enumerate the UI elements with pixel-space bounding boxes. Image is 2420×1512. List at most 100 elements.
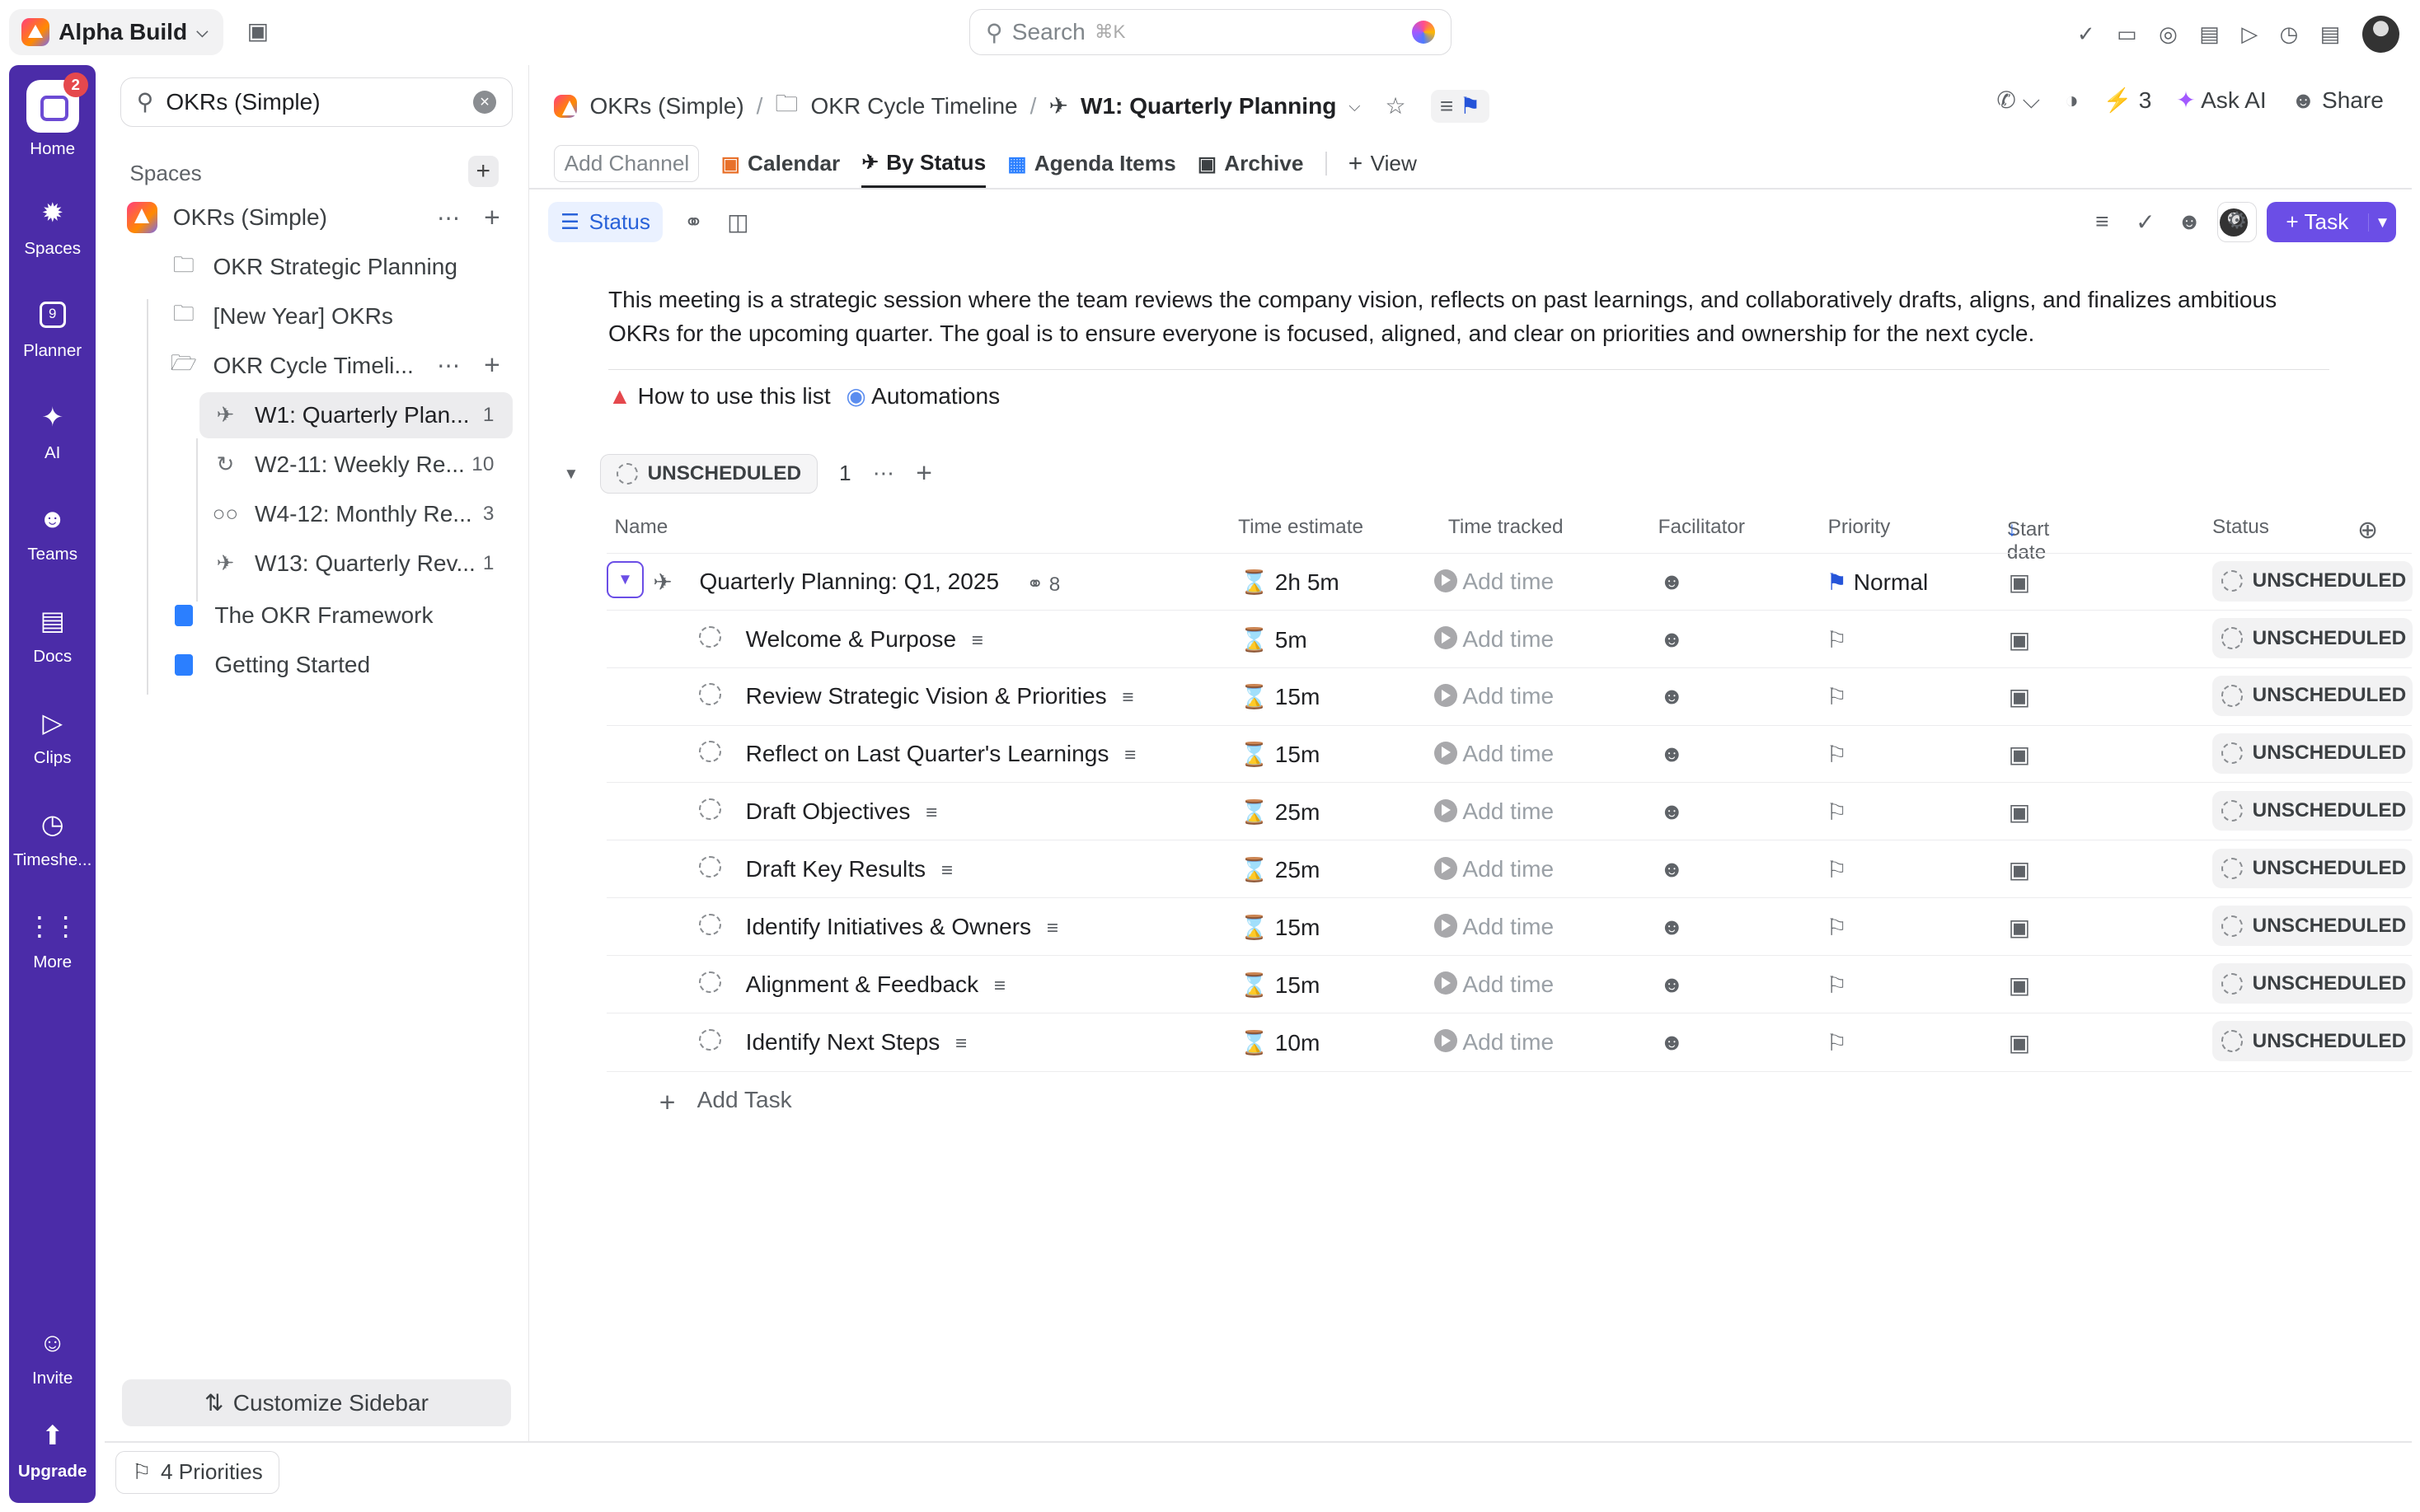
table-row[interactable]: Reflect on Last Quarter's Learnings ≡ ⌛ 15…: [607, 724, 2413, 782]
add-facilitator-icon[interactable]: ☻: [1659, 856, 1684, 882]
phone-icon[interactable]: ✆ ⌵: [1996, 87, 2040, 115]
calendar-icon[interactable]: ▣: [2009, 971, 2031, 999]
table-row[interactable]: Alignment & Feedback ≡ ⌛ 15m Add time ☻ ⚐ ▣ UN…: [607, 955, 2413, 1012]
time-estimate[interactable]: ⌛ 15m: [1240, 971, 1320, 999]
add-facilitator-icon[interactable]: ☻: [1659, 683, 1684, 709]
video-icon[interactable]: ▷: [2241, 21, 2258, 47]
subtask-count[interactable]: ⚭ 8: [1027, 572, 1061, 597]
calendar-icon[interactable]: ▣: [2009, 626, 2031, 653]
automations-link[interactable]: ◉ Automations: [846, 382, 1000, 410]
time-tracked[interactable]: Add time: [1434, 798, 1554, 825]
table-row[interactable]: Draft Key Results ≡ ⌛ 25m Add time ☻ ⚐ ▣ UNSCH…: [607, 840, 2413, 896]
description-icon[interactable]: ≡: [1124, 744, 1136, 766]
filter-icon[interactable]: ≡: [2095, 208, 2108, 235]
check-circle-icon[interactable]: ✓: [2077, 21, 2095, 47]
tab-agenda-items[interactable]: ▦ Agenda Items: [1007, 139, 1175, 189]
task-name[interactable]: Quarterly Planning: Q1, 2025: [699, 569, 999, 595]
col-facilitator[interactable]: Facilitator: [1658, 516, 1745, 539]
time-estimate[interactable]: ⌛ 25m: [1240, 798, 1320, 826]
flag-icon[interactable]: ⚐: [1827, 741, 1847, 768]
workspace-switcher[interactable]: Alpha Build ⌵: [9, 9, 224, 56]
time-estimate[interactable]: ⌛ 15m: [1240, 741, 1320, 768]
add-space-button[interactable]: +: [467, 156, 499, 187]
table-row[interactable]: Identify Next Steps ≡ ⌛ 10m Add time ☻ ⚐ ▣ UNS…: [607, 1012, 2413, 1070]
sidebar-item-w4-12-monthly[interactable]: ○○ W4-12: Monthly Re... 3: [199, 491, 513, 537]
group-by-status-button[interactable]: ☰ Status: [547, 202, 663, 243]
rail-home[interactable]: 2 Home: [9, 73, 96, 158]
task-name[interactable]: Alignment & Feedback ≡: [746, 971, 1006, 998]
calendar-icon[interactable]: ▣: [2009, 683, 2031, 710]
rail-upgrade[interactable]: ⬆ Upgrade: [9, 1416, 96, 1481]
subtasks-icon[interactable]: ⚭: [684, 208, 704, 236]
how-to-link[interactable]: ▲ How to use this list: [608, 383, 831, 410]
add-facilitator-icon[interactable]: ☻: [1659, 798, 1684, 825]
check-circle-icon[interactable]: ✓: [2136, 208, 2155, 236]
sidebar-item-w2-11-weekly[interactable]: ↻ W2-11: Weekly Re... 10: [199, 442, 513, 488]
time-tracked[interactable]: Add time: [1434, 856, 1554, 882]
plus-icon[interactable]: +: [484, 202, 500, 234]
description-icon[interactable]: ≡: [1122, 686, 1133, 709]
user-avatar[interactable]: [2361, 15, 2399, 53]
breadcrumb-folder[interactable]: OKR Cycle Timeline: [810, 93, 1017, 119]
alarm-icon[interactable]: ◷: [2280, 21, 2299, 47]
col-time-tracked[interactable]: Time tracked: [1448, 516, 1564, 539]
customize-sidebar-button[interactable]: ⇅ Customize Sidebar: [121, 1379, 511, 1426]
list-settings-icon[interactable]: ≡ ⚑: [1430, 89, 1490, 124]
calendar-icon[interactable]: ▣: [2009, 798, 2031, 826]
rail-planner[interactable]: 9 Planner: [9, 297, 96, 361]
status-ring-icon[interactable]: [699, 855, 721, 883]
calendar-icon[interactable]: ▣: [247, 17, 270, 44]
priorities-button[interactable]: ⚐ 4 Priorities: [115, 1450, 279, 1495]
flag-icon[interactable]: ⚐: [1827, 971, 1847, 999]
columns-icon[interactable]: ◫: [727, 208, 749, 236]
rail-invite[interactable]: ☺ Invite: [9, 1324, 96, 1388]
rail-clips[interactable]: ▷ Clips: [9, 704, 96, 768]
priority[interactable]: ⚑ Normal: [1827, 569, 1928, 596]
status-badge[interactable]: UNSCHEDULED: [2211, 963, 2413, 1004]
task-name[interactable]: Review Strategic Vision & Priorities ≡: [746, 683, 1134, 709]
global-search[interactable]: ⚲ Search ⌘K: [969, 9, 1452, 56]
col-priority[interactable]: Priority: [1828, 516, 1891, 539]
task-name[interactable]: Draft Objectives ≡: [746, 798, 938, 825]
description-icon[interactable]: ≡: [941, 859, 953, 882]
sidebar-search-input[interactable]: ⚲ OKRs (Simple) ×: [120, 77, 513, 127]
chevron-down-icon[interactable]: ▼: [2368, 213, 2396, 232]
calendar-icon[interactable]: ▣: [2009, 1029, 2031, 1056]
ask-ai-button[interactable]: ✦ Ask AI: [2176, 87, 2266, 114]
target-icon[interactable]: ◎: [2159, 21, 2178, 47]
breadcrumb-space[interactable]: OKRs (Simple): [589, 93, 743, 119]
document-icon[interactable]: ▤: [2320, 21, 2341, 47]
star-icon[interactable]: ☆: [1386, 92, 1406, 119]
add-facilitator-icon[interactable]: ☻: [1659, 914, 1684, 940]
status-badge[interactable]: UNSCHEDULED: [2211, 906, 2413, 947]
status-badge[interactable]: UNSCHEDULED: [2211, 618, 2413, 658]
more-icon[interactable]: ⋯: [437, 204, 460, 232]
tab-by-status[interactable]: ✈ By Status: [861, 139, 987, 189]
flag-icon[interactable]: ⚐: [1827, 856, 1847, 883]
sidebar-item-okr-strategic-planning[interactable]: 🗀 OKR Strategic Planning: [170, 244, 457, 290]
add-channel-button[interactable]: Add Channel: [554, 145, 700, 182]
incognito-icon[interactable]: ◑: [2065, 87, 2079, 114]
status-badge[interactable]: UNSCHEDULED: [2211, 676, 2413, 716]
notepad-icon[interactable]: ▤: [2199, 21, 2220, 47]
expand-subtasks-button[interactable]: ▼: [607, 560, 645, 598]
rail-timesheets[interactable]: ◷ Timeshe...: [9, 806, 96, 870]
plus-icon[interactable]: +: [916, 457, 932, 489]
table-row[interactable]: Welcome & Purpose ≡ ⌛ 5m Add time ☻ ⚐ ▣ UNSCHE…: [607, 609, 2413, 667]
time-tracked[interactable]: Add time: [1434, 971, 1554, 998]
status-badge[interactable]: UNSCHEDULED: [2211, 848, 2413, 889]
settings-gear-icon[interactable]: ⚙: [2216, 202, 2258, 243]
time-estimate[interactable]: ⌛ 2h 5m: [1240, 569, 1339, 596]
description-icon[interactable]: ≡: [972, 630, 983, 652]
add-facilitator-icon[interactable]: ☻: [1659, 741, 1684, 767]
time-tracked[interactable]: Add time: [1434, 626, 1554, 653]
add-task-button[interactable]: + Task ▼: [2266, 202, 2396, 243]
space-item[interactable]: OKRs (Simple) ⋯ +: [126, 194, 513, 241]
status-ring-icon[interactable]: [699, 971, 721, 999]
col-status[interactable]: Status: [2212, 516, 2269, 539]
chevron-down-icon[interactable]: ⌵: [1348, 97, 1360, 115]
status-badge[interactable]: UNSCHEDULED: [2211, 560, 2413, 602]
table-row[interactable]: Review Strategic Vision & Priorities ≡ ⌛ 1…: [607, 667, 2413, 724]
task-name[interactable]: Welcome & Purpose ≡: [746, 626, 983, 653]
ai-brain-icon[interactable]: [1411, 21, 1435, 44]
